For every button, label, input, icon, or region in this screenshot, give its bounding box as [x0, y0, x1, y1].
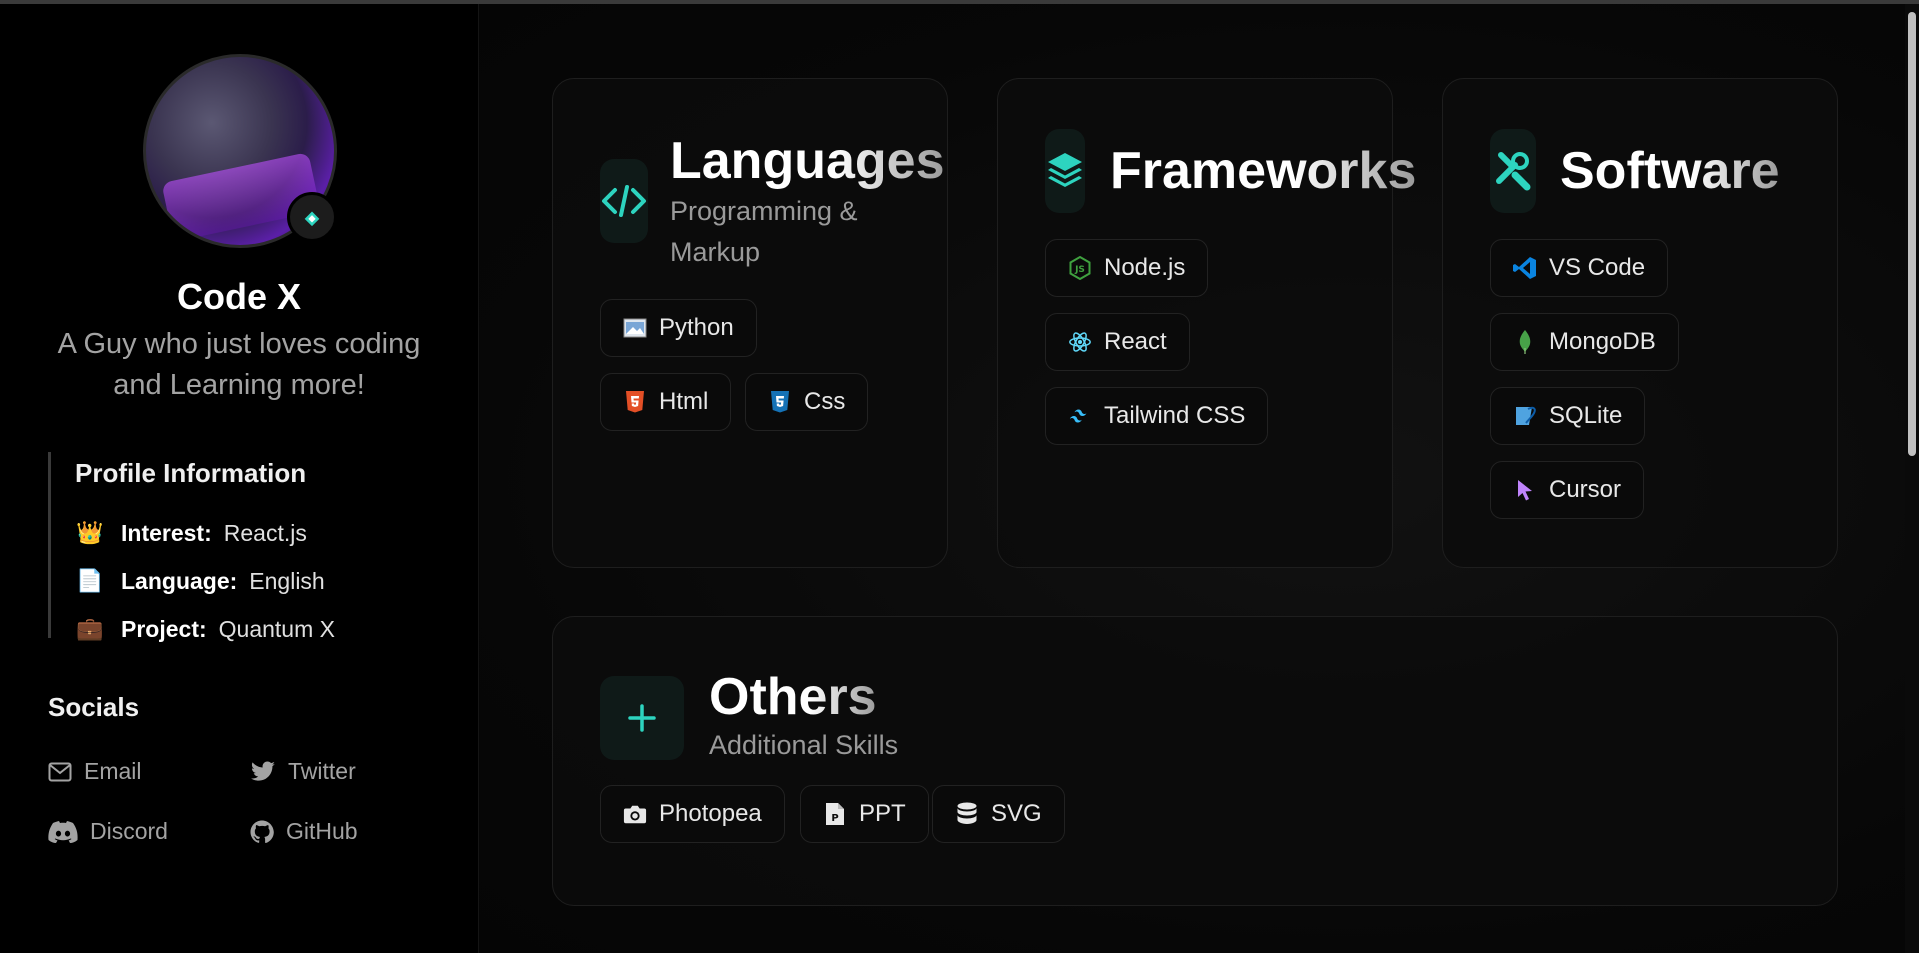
- scrollbar[interactable]: [1905, 4, 1919, 953]
- skill-chip-css[interactable]: Css: [745, 373, 869, 431]
- svg-text:P: P: [831, 813, 838, 824]
- chip-label: Tailwind CSS: [1104, 402, 1246, 429]
- mail-icon: [48, 762, 72, 781]
- css3-icon: [768, 390, 792, 414]
- card-frameworks: Frameworks JS Node.js React Tailwind CSS: [997, 78, 1416, 568]
- svg-text:JS: JS: [1074, 265, 1085, 275]
- skill-chip-html[interactable]: Html: [600, 373, 732, 431]
- skill-chip-photopea[interactable]: Photopea: [600, 785, 785, 843]
- card-title: Others: [709, 668, 877, 726]
- profile-key: Language:: [121, 567, 238, 594]
- sidebar: Code X A Guy who just loves coding and L…: [0, 4, 479, 953]
- chip-label: MongoDB: [1549, 328, 1656, 355]
- profile-row-project: 💼 Project: Quantum X: [75, 605, 428, 653]
- profile-tagline: A Guy who just loves coding and Learning…: [57, 328, 421, 401]
- skill-chip-python[interactable]: Python: [600, 299, 757, 357]
- sqlite-icon: [1513, 404, 1537, 428]
- python-icon: [623, 316, 647, 340]
- profile-value: React.js: [223, 519, 307, 546]
- react-icon: [1068, 330, 1092, 354]
- avatar-wrap: [143, 54, 337, 248]
- chip-label: VS Code: [1549, 254, 1646, 281]
- nodejs-icon: JS: [1068, 256, 1092, 280]
- social-label: Discord: [90, 818, 168, 844]
- profile-value: Quantum X: [218, 615, 335, 642]
- profile-key: Project:: [121, 615, 207, 642]
- mongodb-icon: [1513, 330, 1537, 354]
- skill-chip-sqlite[interactable]: SQLite: [1490, 387, 1646, 445]
- chip-label: SVG: [991, 800, 1042, 827]
- briefcase-icon: 💼: [76, 616, 104, 641]
- skill-chip-nodejs[interactable]: JS Node.js: [1045, 239, 1209, 297]
- card-others: Others Additional Skills Photopea P PPT …: [552, 616, 1838, 906]
- plus-icon: [600, 676, 684, 760]
- skill-chip-tailwind[interactable]: Tailwind CSS: [1045, 387, 1269, 445]
- skill-chip-react[interactable]: React: [1045, 313, 1190, 371]
- social-label: GitHub: [286, 818, 358, 844]
- card-languages: Languages Programming & Markup Python Ht…: [552, 78, 948, 568]
- chip-label: React: [1104, 328, 1167, 355]
- chip-label: SQLite: [1549, 402, 1623, 429]
- profile-info-title: Profile Information: [75, 458, 307, 488]
- discord-icon: [48, 820, 78, 843]
- social-link-twitter[interactable]: Twitter: [250, 758, 356, 785]
- skill-chip-vscode[interactable]: VS Code: [1490, 239, 1669, 297]
- social-link-github[interactable]: GitHub: [250, 818, 358, 845]
- tailwind-icon: [1068, 404, 1092, 428]
- social-link-discord[interactable]: Discord: [48, 818, 168, 845]
- card-title: Languages: [670, 132, 945, 190]
- database-icon: [955, 802, 979, 826]
- card-subtitle: Additional Skills: [709, 730, 899, 760]
- profile-name: Code X: [176, 276, 301, 317]
- skill-chip-ppt[interactable]: P PPT: [800, 785, 929, 843]
- layers-icon: [1045, 129, 1085, 213]
- html5-icon: [623, 390, 647, 414]
- chip-label: Cursor: [1549, 476, 1622, 503]
- card-title: Software: [1560, 142, 1780, 200]
- profile-row-interest: 👑 Interest: React.js: [75, 509, 428, 557]
- twitter-icon: [251, 760, 275, 781]
- file-powerpoint-icon: P: [823, 802, 847, 826]
- main-content: Languages Programming & Markup Python Ht…: [479, 4, 1919, 953]
- status-badge: [287, 192, 337, 242]
- profile-key: Interest:: [121, 519, 212, 546]
- document-icon: 📄: [76, 568, 104, 593]
- scrollbar-thumb[interactable]: [1908, 12, 1916, 456]
- profile-row-language: 📄 Language: English: [75, 557, 428, 605]
- badge-icon: [304, 211, 320, 227]
- vscode-icon: [1513, 256, 1537, 280]
- social-label: Email: [84, 758, 142, 784]
- skill-chip-svg[interactable]: SVG: [932, 785, 1065, 843]
- profile-value: English: [249, 567, 325, 594]
- card-software: Software VS Code MongoDB SQLite Cursor: [1442, 78, 1838, 568]
- github-icon: [250, 820, 274, 843]
- camera-icon: [623, 802, 647, 826]
- chip-label: PPT: [859, 800, 906, 827]
- skill-chip-cursor[interactable]: Cursor: [1490, 461, 1645, 519]
- tools-icon: [1490, 129, 1536, 213]
- social-label: Twitter: [288, 758, 356, 784]
- card-subtitle: Programming & Markup: [670, 196, 858, 267]
- socials-title: Socials: [48, 692, 140, 722]
- chip-label: Node.js: [1104, 254, 1186, 281]
- crown-icon: 👑: [76, 520, 104, 545]
- cursor-icon: [1513, 478, 1537, 502]
- chip-label: Css: [804, 388, 846, 415]
- code-icon: [600, 159, 648, 243]
- card-title: Frameworks: [1110, 142, 1417, 200]
- chip-label: Photopea: [659, 800, 762, 827]
- profile-information: Profile Information 👑 Interest: React.js…: [48, 452, 428, 642]
- social-link-email[interactable]: Email: [48, 758, 142, 785]
- chip-label: Html: [659, 388, 709, 415]
- skill-chip-mongodb[interactable]: MongoDB: [1490, 313, 1679, 371]
- chip-label: Python: [659, 314, 734, 341]
